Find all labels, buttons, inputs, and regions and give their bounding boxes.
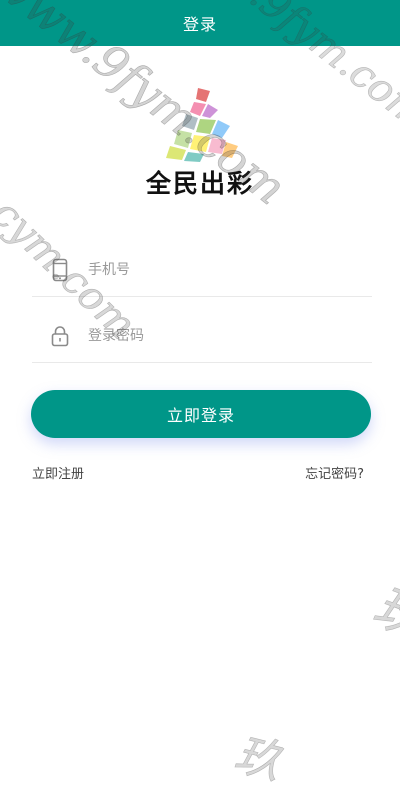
- forgot-password-link[interactable]: 忘记密码?: [305, 463, 364, 482]
- password-input[interactable]: [88, 321, 338, 351]
- logo-text: 全民出彩: [145, 169, 254, 198]
- register-link[interactable]: 立即注册: [32, 463, 84, 482]
- watermark-text-5: 玖: [229, 726, 287, 790]
- app-logo: 全民出彩: [140, 86, 260, 204]
- app-header: 登录: [0, 0, 400, 46]
- phone-field-row: [32, 244, 372, 297]
- lock-icon: [49, 323, 71, 349]
- page-title: 登录: [182, 15, 217, 34]
- logo-mark-icon: [166, 88, 238, 162]
- login-button[interactable]: 立即登录: [31, 390, 371, 438]
- phone-input[interactable]: [88, 255, 338, 285]
- watermark-text-4: 玖: [366, 576, 400, 650]
- password-field-row: [32, 310, 372, 363]
- login-page: 登录 全民出彩 手机号 立即登录 立即注册 忘记密码? www.9fym.com…: [0, 0, 400, 800]
- phone-icon: [49, 257, 71, 283]
